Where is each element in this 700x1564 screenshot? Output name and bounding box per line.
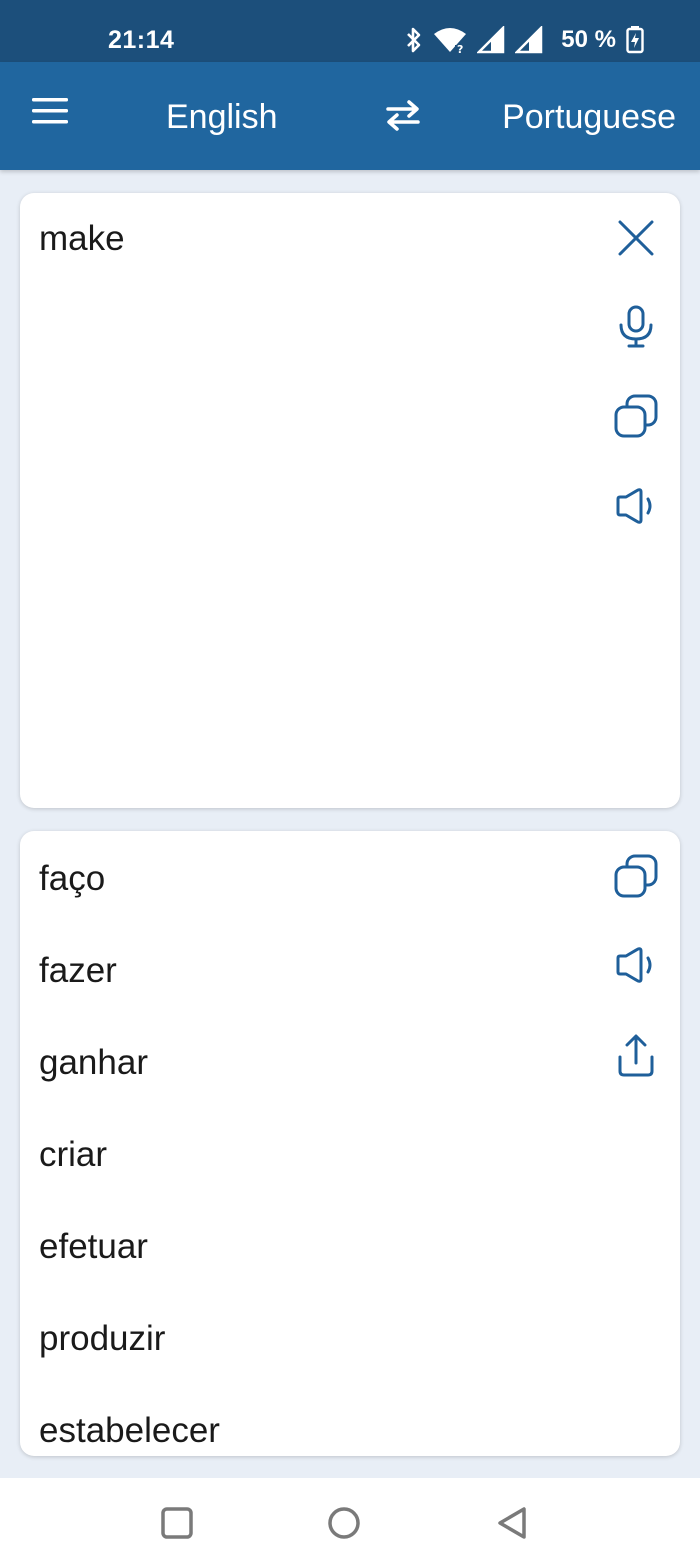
translation-results: faço fazer ganhar criar efetuar produzir… — [39, 853, 220, 1456]
bluetooth-icon — [405, 26, 423, 54]
status-time: 21:14 — [108, 26, 175, 54]
signal-icon — [515, 26, 543, 54]
swap-icon — [382, 100, 424, 136]
translation-result[interactable]: estabelecer — [39, 1405, 220, 1456]
microphone-icon — [616, 305, 656, 349]
recents-square-icon — [157, 1507, 197, 1547]
battery-charging-icon — [626, 26, 644, 54]
speaker-icon — [614, 487, 658, 525]
copy-input-button[interactable] — [610, 390, 662, 442]
app-bar: English Portuguese — [0, 62, 700, 170]
copy-icon — [614, 394, 658, 438]
menu-button[interactable] — [30, 96, 80, 136]
speak-input-button[interactable] — [610, 480, 662, 532]
wifi-icon: ? — [433, 26, 467, 54]
source-text-input[interactable]: make — [39, 219, 579, 739]
translation-result[interactable]: efetuar — [39, 1221, 220, 1313]
source-language-selector[interactable]: English — [166, 98, 278, 137]
translation-result[interactable]: criar — [39, 1129, 220, 1221]
clear-button[interactable] — [610, 212, 662, 264]
close-icon — [617, 219, 655, 257]
speaker-icon — [614, 946, 658, 984]
translation-result[interactable]: faço — [39, 853, 220, 945]
menu-icon — [30, 98, 70, 130]
copy-output-button[interactable] — [610, 850, 662, 902]
output-card: faço fazer ganhar criar efetuar produzir… — [20, 831, 680, 1456]
translation-result[interactable]: fazer — [39, 945, 220, 1037]
back-triangle-icon — [492, 1507, 532, 1547]
back-button[interactable] — [492, 1503, 532, 1543]
status-bar: 21:14 ? 50 % — [0, 0, 700, 62]
swap-languages-button[interactable] — [382, 98, 428, 136]
target-language-selector[interactable]: Portuguese — [502, 98, 676, 137]
translation-result[interactable]: produzir — [39, 1313, 220, 1405]
microphone-button[interactable] — [610, 301, 662, 353]
input-card: make — [20, 193, 680, 808]
signal-icon — [477, 26, 505, 54]
speak-output-button[interactable] — [610, 939, 662, 991]
share-icon — [616, 1033, 656, 1077]
share-button[interactable] — [610, 1029, 662, 1081]
translation-result[interactable]: ganhar — [39, 1037, 220, 1129]
copy-icon — [614, 854, 658, 898]
home-button[interactable] — [324, 1503, 364, 1543]
status-icons: ? 50 % — [405, 26, 644, 54]
system-nav-bar — [0, 1478, 700, 1564]
battery-percent: 50 % — [561, 26, 616, 53]
home-circle-icon — [324, 1507, 364, 1547]
svg-text:?: ? — [457, 43, 463, 54]
recents-button[interactable] — [157, 1503, 197, 1543]
